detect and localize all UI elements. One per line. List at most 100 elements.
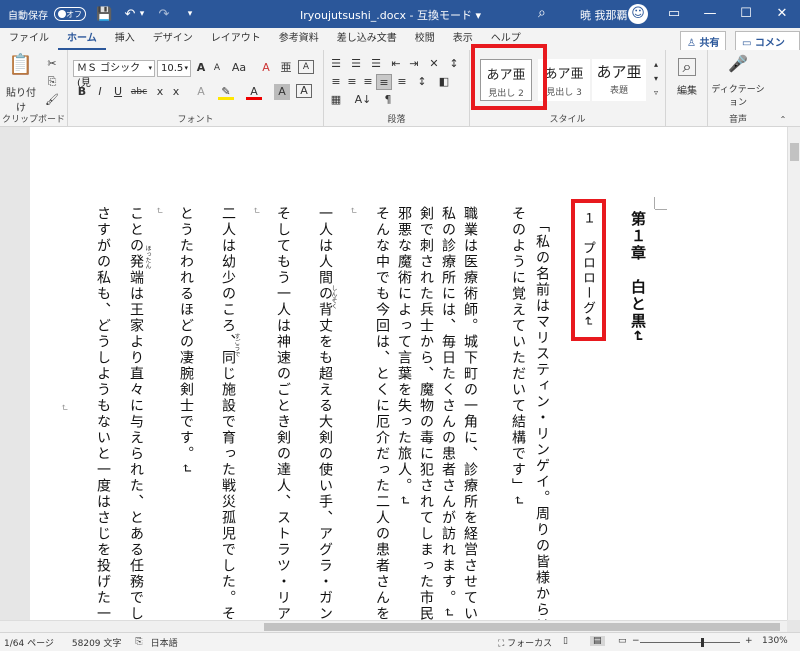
- body-line[interactable]: そしてもう一人は神速のごとき剣の達人、ストラツ・リアノス。: [275, 206, 291, 620]
- underline-button[interactable]: U: [110, 84, 126, 100]
- proofing-icon[interactable]: ⎘: [135, 637, 142, 647]
- zoom-slider-thumb[interactable]: [701, 638, 704, 647]
- paragraph-shading-icon[interactable]: ◧: [436, 74, 452, 90]
- vertical-scroll-thumb[interactable]: [790, 143, 799, 161]
- autosave-toggle[interactable]: オフ: [54, 7, 86, 21]
- body-line[interactable]: ことの発端は王家より直々に与えられた、とある任務でした。↵: [128, 206, 144, 620]
- increase-indent-icon[interactable]: ⇥: [406, 56, 422, 72]
- decrease-indent-icon[interactable]: ⇤: [388, 56, 404, 72]
- distribute-icon[interactable]: ≡: [394, 74, 410, 90]
- web-layout-icon[interactable]: ▭: [618, 636, 627, 646]
- document-page[interactable]: 第１章 白と黒↵ １ プロローグ↵ 「私の名前はマリスティン・リンゲイ。周りの皆…: [30, 127, 787, 620]
- phonetic-guide-icon[interactable]: 亜: [278, 60, 294, 76]
- bullets-icon[interactable]: ☰: [328, 56, 344, 72]
- share-button[interactable]: ♙ 共有: [680, 31, 727, 52]
- user-name[interactable]: 暁 我那覇: [580, 7, 628, 23]
- align-center-icon[interactable]: ≡: [344, 74, 360, 90]
- zoom-level[interactable]: 130%: [762, 636, 788, 646]
- language-indicator[interactable]: 日本語: [151, 636, 178, 649]
- vertical-scrollbar[interactable]: [787, 127, 800, 620]
- shrink-font-icon[interactable]: A: [209, 60, 225, 76]
- format-painter-icon[interactable]: 🖌: [44, 92, 60, 108]
- paste-button[interactable]: 貼り付け: [3, 84, 39, 114]
- character-border-icon[interactable]: A: [296, 84, 312, 98]
- page-count[interactable]: 1/64 ページ: [4, 636, 54, 649]
- font-size-combo[interactable]: 10.5 ▾: [157, 60, 191, 77]
- text-direction-icon[interactable]: ↕: [446, 56, 462, 72]
- print-layout-icon[interactable]: ▤: [590, 636, 605, 646]
- subscript-button[interactable]: x: [152, 84, 168, 100]
- bold-button[interactable]: B: [74, 84, 90, 100]
- chapter-heading[interactable]: 第１章 白と黒↵: [629, 211, 647, 345]
- italic-button[interactable]: I: [92, 84, 108, 100]
- body-line[interactable]: 職業は医療術師。城下町の一角に、診療所を経営させていただい: [462, 206, 478, 620]
- microphone-icon[interactable]: 🎤: [728, 56, 748, 76]
- borders-icon[interactable]: ▦: [328, 92, 344, 108]
- body-line[interactable]: 「私の名前はマリスティン・リンゲイ。周りの皆様からはマリス: [534, 218, 550, 620]
- align-bottom-icon[interactable]: ≡: [360, 74, 376, 90]
- multilevel-list-icon[interactable]: ☰: [368, 56, 384, 72]
- close-button[interactable]: ✕: [764, 0, 800, 28]
- collapse-ribbon-icon[interactable]: ⌃: [775, 112, 791, 128]
- tab-home[interactable]: ホーム: [58, 28, 106, 50]
- undo-icon[interactable]: ↶: [122, 7, 138, 22]
- text-effects-icon[interactable]: A: [193, 84, 209, 100]
- body-line[interactable]: 剣で刺された兵士から、魔物の毒に犯されてしまった市民。↵: [418, 206, 434, 620]
- maximize-button[interactable]: ☐: [728, 0, 764, 28]
- redo-icon[interactable]: ↷: [156, 7, 172, 22]
- paste-icon[interactable]: 📋: [8, 54, 33, 80]
- clear-formatting-icon[interactable]: A: [258, 60, 274, 76]
- justify-icon[interactable]: ≡: [376, 74, 392, 90]
- avatar[interactable]: ☺: [628, 4, 648, 24]
- document-title[interactable]: Iryoujutsushi_.docx - 互換モード ▾: [300, 7, 481, 23]
- change-case-icon[interactable]: Aa: [228, 60, 250, 76]
- tab-review[interactable]: 校閲: [406, 28, 444, 50]
- tab-references[interactable]: 参考資料: [270, 28, 328, 50]
- tab-layout[interactable]: レイアウト: [202, 28, 270, 50]
- search-icon[interactable]: ⌕: [538, 5, 546, 21]
- focus-mode-button[interactable]: ⛶ フォーカス: [498, 636, 552, 649]
- body-line[interactable]: 二人は幼少のころ、同じ施設で育った戦災孤児でした。そんな彼: [220, 206, 236, 620]
- asian-layout-icon[interactable]: ✕: [426, 56, 442, 72]
- body-line[interactable]: そんな中でも今回は、とくに厄介だった二人の患者さんをご紹介: [374, 206, 390, 620]
- font-color-icon[interactable]: A: [246, 84, 262, 100]
- horizontal-scroll-thumb[interactable]: [264, 623, 780, 631]
- font-name-combo[interactable]: ＭＳ ゴシック (見 ▾: [73, 60, 155, 89]
- show-marks-icon[interactable]: ¶: [380, 92, 396, 108]
- body-line[interactable]: 私の診療所には、毎日たくさんの患者さんが訪れます。↵: [440, 206, 456, 620]
- ribbon-display-options-icon[interactable]: ▭: [656, 0, 692, 28]
- dictate-button[interactable]: ディクテーション: [708, 82, 768, 108]
- highlight-icon[interactable]: ✎: [218, 84, 234, 100]
- word-count[interactable]: 58209 文字: [72, 636, 122, 649]
- read-mode-icon[interactable]: ▯: [563, 636, 568, 646]
- numbering-icon[interactable]: ☰: [348, 56, 364, 72]
- character-shading-icon[interactable]: A: [274, 84, 290, 100]
- zoom-in-button[interactable]: +: [745, 636, 753, 646]
- undo-dropdown-icon[interactable]: ▾: [138, 9, 146, 19]
- save-icon[interactable]: 💾: [96, 7, 112, 22]
- strikethrough-button[interactable]: abc: [128, 84, 150, 100]
- zoom-slider[interactable]: [640, 638, 740, 647]
- styles-more-icon[interactable]: ▿: [648, 85, 664, 101]
- tab-insert[interactable]: 挿入: [106, 28, 144, 50]
- body-line[interactable]: とうたわれるほどの凄腕剣士です。↵: [178, 206, 194, 476]
- zoom-out-button[interactable]: −: [632, 636, 640, 646]
- body-line[interactable]: そのように覚えていただいて結構です」↵: [510, 206, 526, 508]
- editing-button[interactable]: 編集: [666, 82, 708, 97]
- align-top-icon[interactable]: ≡: [328, 74, 344, 90]
- grow-font-icon[interactable]: A: [193, 60, 209, 76]
- minimize-button[interactable]: —: [692, 0, 728, 28]
- style-title[interactable]: あア亜 表題: [592, 59, 646, 101]
- cut-icon[interactable]: ✂: [44, 56, 60, 72]
- copy-icon[interactable]: ⎘: [44, 74, 60, 90]
- line-spacing-icon[interactable]: ↕: [414, 74, 430, 90]
- enclose-characters-icon[interactable]: A: [298, 60, 314, 74]
- body-line[interactable]: さすがの私も、どうしようもないと一度はさじを投げた一例です: [95, 206, 111, 620]
- body-line[interactable]: 一人は人間の背丈をも超える大剣の使い手、アグラ・ガンマフェ: [317, 206, 333, 620]
- body-line[interactable]: 邪悪な魔術によって言葉を失った旅人。↵: [396, 206, 412, 508]
- customize-toolbar-icon[interactable]: ▾: [182, 9, 198, 19]
- tab-design[interactable]: デザイン: [144, 28, 202, 50]
- tab-file[interactable]: ファイル: [0, 28, 58, 50]
- sort-icon[interactable]: A↓: [352, 92, 374, 108]
- superscript-button[interactable]: x: [168, 84, 184, 100]
